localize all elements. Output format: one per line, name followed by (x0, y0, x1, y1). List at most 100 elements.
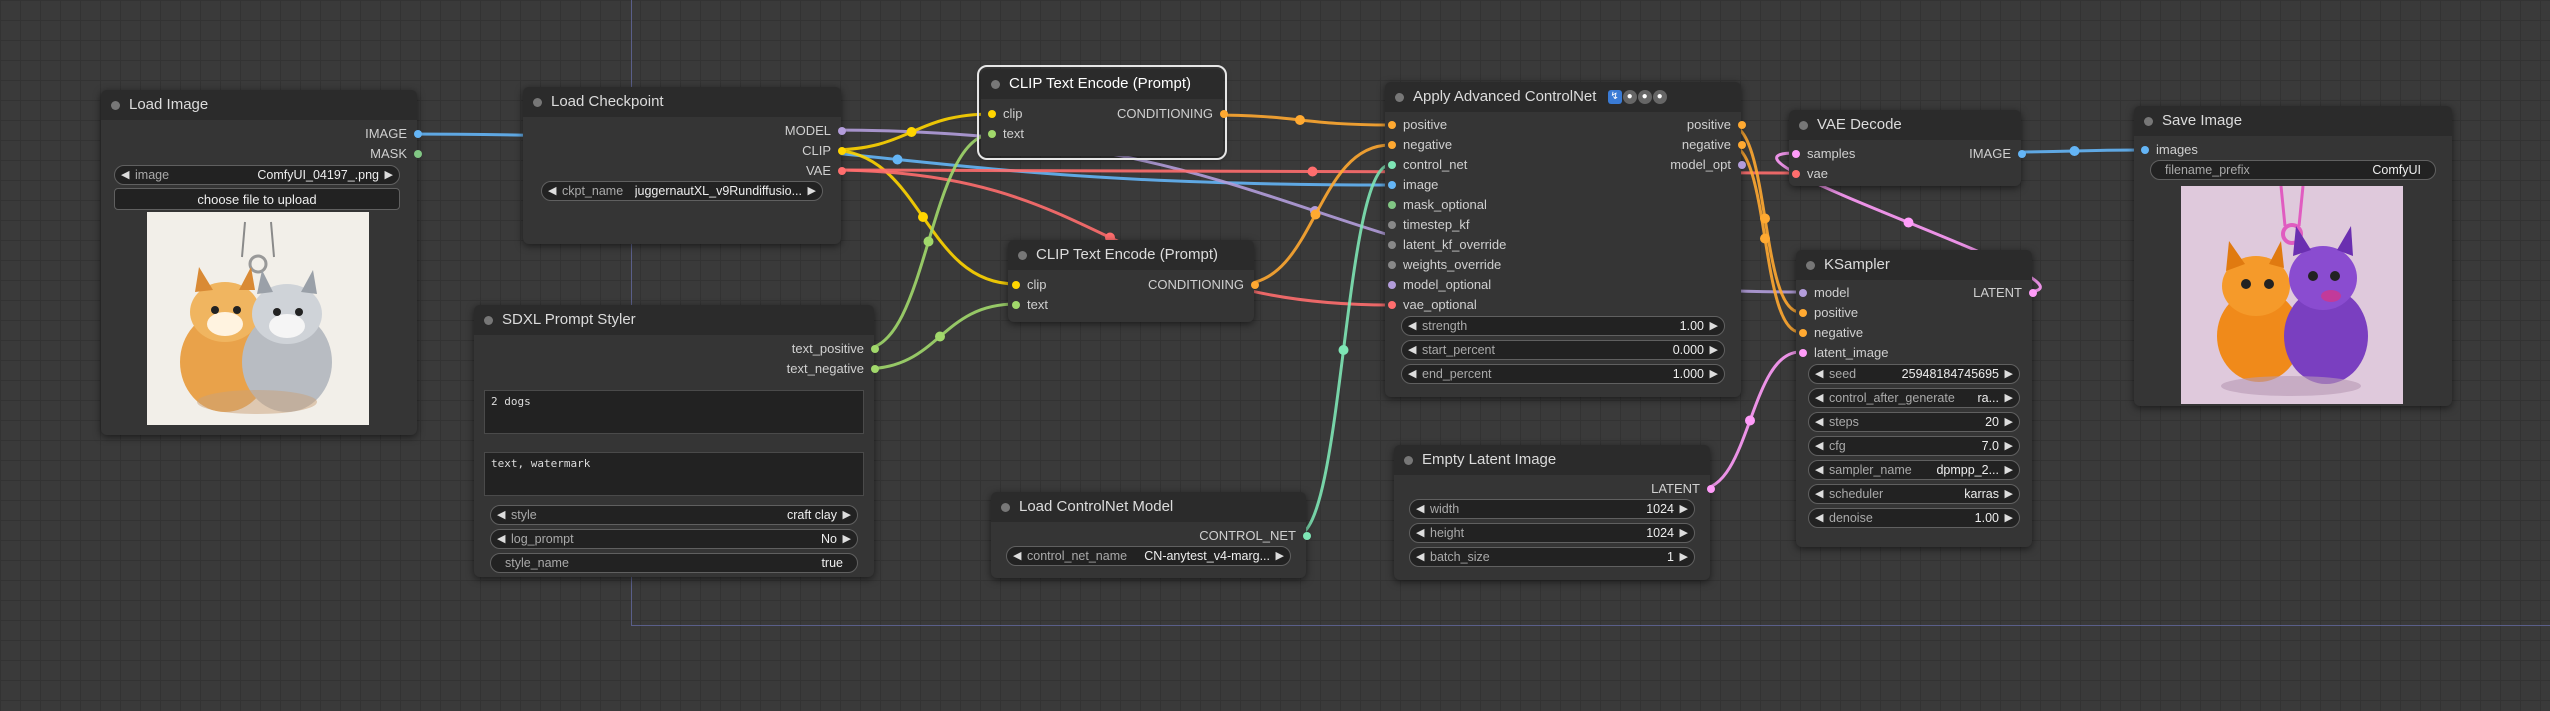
slot-dot[interactable] (1792, 150, 1800, 158)
right-arrow-icon[interactable]: ▶ (843, 532, 851, 545)
collapse-dot[interactable] (1806, 261, 1815, 270)
slot-dot[interactable] (1388, 281, 1396, 289)
width-widget[interactable]: ◀ width 1024 ▶ (1409, 499, 1695, 519)
left-arrow-icon[interactable]: ◀ (121, 168, 129, 181)
slot-dot[interactable] (1388, 181, 1396, 189)
output-negative[interactable]: negative (1682, 138, 1746, 152)
end-percent-widget[interactable]: ◀ end_percent 1.000 ▶ (1401, 364, 1725, 384)
collapse-dot[interactable] (1799, 121, 1808, 130)
right-arrow-icon[interactable]: ▶ (385, 168, 393, 181)
controlnet-select-widget[interactable]: ◀ control_net_name CN-anytest_v4-marg...… (1006, 546, 1291, 566)
left-arrow-icon[interactable]: ◀ (1815, 463, 1823, 476)
node-ksampler[interactable]: KSampler model positive negative latent_… (1796, 250, 2037, 547)
left-arrow-icon[interactable]: ◀ (1416, 502, 1424, 515)
slot-dot[interactable] (1251, 281, 1259, 289)
input-mask-optional[interactable]: mask_optional (1388, 198, 1487, 212)
node-clip-text-encode-positive[interactable]: CLIP Text Encode (Prompt) clip text COND… (977, 65, 1228, 160)
right-arrow-icon[interactable]: ▶ (843, 508, 851, 521)
slot-dot[interactable] (1707, 485, 1715, 493)
left-arrow-icon[interactable]: ◀ (1408, 319, 1416, 332)
slot-dot[interactable] (838, 167, 846, 175)
input-model[interactable]: model (1799, 286, 1849, 300)
output-conditioning[interactable]: CONDITIONING (1148, 278, 1259, 292)
slot-dot[interactable] (1738, 161, 1746, 169)
log-prompt-widget[interactable]: ◀ log_prompt No ▶ (490, 529, 858, 549)
right-arrow-icon[interactable]: ▶ (2005, 463, 2013, 476)
slot-dot[interactable] (1388, 161, 1396, 169)
node-load-controlnet-model[interactable]: Load ControlNet Model CONTROL_NET ◀ cont… (991, 492, 1311, 578)
left-arrow-icon[interactable]: ◀ (1416, 526, 1424, 539)
node-clip-text-encode-negative[interactable]: CLIP Text Encode (Prompt) clip text COND… (1008, 240, 1259, 322)
slot-dot[interactable] (1738, 121, 1746, 129)
slot-dot[interactable] (1388, 261, 1396, 269)
slot-dot[interactable] (1012, 301, 1020, 309)
right-arrow-icon[interactable]: ▶ (2005, 391, 2013, 404)
input-samples[interactable]: samples (1792, 147, 1855, 161)
steps-widget[interactable]: ◀ steps 20 ▶ (1808, 412, 2020, 432)
left-arrow-icon[interactable]: ◀ (1408, 367, 1416, 380)
cfg-widget[interactable]: ◀ cfg 7.0 ▶ (1808, 436, 2020, 456)
collapse-dot[interactable] (1018, 251, 1027, 260)
collapse-dot[interactable] (1395, 93, 1404, 102)
left-arrow-icon[interactable]: ◀ (1815, 415, 1823, 428)
node-save-image[interactable]: Save Image images filename_prefix ComfyU… (2134, 106, 2452, 406)
collapse-dot[interactable] (2144, 117, 2153, 126)
right-arrow-icon[interactable]: ▶ (1276, 549, 1284, 562)
slot-dot[interactable] (1738, 141, 1746, 149)
slot-dot[interactable] (1388, 301, 1396, 309)
input-positive[interactable]: positive (1388, 118, 1447, 132)
right-arrow-icon[interactable]: ▶ (2005, 487, 2013, 500)
left-arrow-icon[interactable]: ◀ (1815, 367, 1823, 380)
slot-dot[interactable] (988, 130, 996, 138)
image-select-widget[interactable]: ◀ image ComfyUI_04197_.png ▶ (114, 165, 400, 185)
node-title[interactable]: CLIP Text Encode (Prompt) (1008, 240, 1254, 270)
left-arrow-icon[interactable]: ◀ (1416, 550, 1424, 563)
right-arrow-icon[interactable]: ▶ (1710, 367, 1718, 380)
left-arrow-icon[interactable]: ◀ (1815, 511, 1823, 524)
node-load-image[interactable]: Load Image IMAGE MASK ◀ image ComfyUI_04… (101, 90, 422, 435)
slot-dot[interactable] (988, 110, 996, 118)
output-latent[interactable]: LATENT (1651, 482, 1715, 496)
right-arrow-icon[interactable]: ▶ (2005, 511, 2013, 524)
node-title[interactable]: VAE Decode (1789, 110, 2021, 140)
left-arrow-icon[interactable]: ◀ (548, 184, 556, 197)
output-mask[interactable]: MASK (370, 147, 422, 161)
input-control-net[interactable]: control_net (1388, 158, 1467, 172)
batch-size-widget[interactable]: ◀ batch_size 1 ▶ (1409, 547, 1695, 567)
node-load-checkpoint[interactable]: Load Checkpoint MODEL CLIP VAE ◀ ckpt_na… (523, 87, 846, 244)
sampler-name-widget[interactable]: ◀ sampler_name dpmpp_2... ▶ (1808, 460, 2020, 480)
right-arrow-icon[interactable]: ▶ (808, 184, 816, 197)
slot-dot[interactable] (1303, 532, 1311, 540)
seed-widget[interactable]: ◀ seed 25948184745695 ▶ (1808, 364, 2020, 384)
input-images[interactable]: images (2141, 143, 2198, 157)
control-after-generate-widget[interactable]: ◀ control_after_generate ra... ▶ (1808, 388, 2020, 408)
slot-dot[interactable] (414, 150, 422, 158)
slot-dot[interactable] (2029, 289, 2037, 297)
output-latent[interactable]: LATENT (1973, 286, 2037, 300)
slot-dot[interactable] (1388, 241, 1396, 249)
positive-prompt-textarea[interactable]: 2 dogs (484, 390, 864, 434)
left-arrow-icon[interactable]: ◀ (1815, 391, 1823, 404)
slot-dot[interactable] (1799, 329, 1807, 337)
right-arrow-icon[interactable]: ▶ (1680, 550, 1688, 563)
input-text[interactable]: text (1012, 298, 1048, 312)
slot-dot[interactable] (1012, 281, 1020, 289)
node-empty-latent-image[interactable]: Empty Latent Image LATENT ◀ width 1024 ▶… (1394, 445, 1715, 580)
left-arrow-icon[interactable]: ◀ (497, 508, 505, 521)
node-title[interactable]: CLIP Text Encode (Prompt) (981, 69, 1223, 99)
slot-dot[interactable] (1799, 289, 1807, 297)
node-title[interactable]: KSampler (1796, 250, 2032, 280)
output-positive[interactable]: positive (1687, 118, 1746, 132)
input-model-optional[interactable]: model_optional (1388, 278, 1491, 292)
input-image[interactable]: image (1388, 178, 1438, 192)
input-vae-optional[interactable]: vae_optional (1388, 298, 1477, 312)
right-arrow-icon[interactable]: ▶ (1680, 526, 1688, 539)
input-weights-override[interactable]: weights_override (1388, 258, 1501, 272)
input-clip[interactable]: clip (988, 107, 1023, 121)
right-arrow-icon[interactable]: ▶ (2005, 439, 2013, 452)
collapse-dot[interactable] (484, 316, 493, 325)
slot-dot[interactable] (1388, 221, 1396, 229)
strength-widget[interactable]: ◀ strength 1.00 ▶ (1401, 316, 1725, 336)
node-title[interactable]: Apply Advanced ControlNet ↯ ● ● ● (1385, 82, 1741, 112)
input-text[interactable]: text (988, 127, 1024, 141)
